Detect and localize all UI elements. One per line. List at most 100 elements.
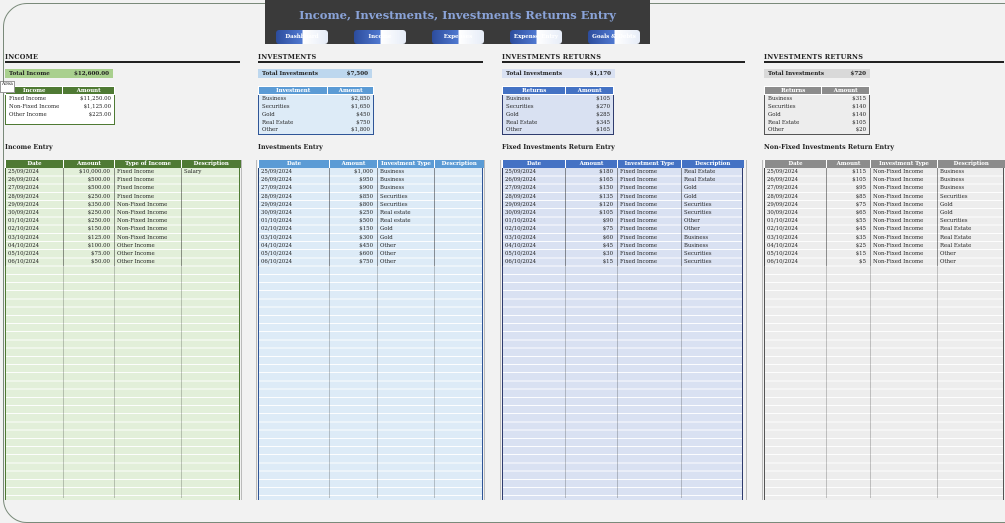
summary-label-cell[interactable]: Other [259,127,328,135]
amount-cell[interactable]: $250.00 [63,208,115,218]
amount-cell[interactable]: $115 [826,168,871,177]
date-cell[interactable]: 28/09/2024 [5,192,64,201]
nonfixed-returns-entry-header[interactable]: Amount [826,160,871,168]
type-cell[interactable]: Other Income [114,249,182,259]
date-cell[interactable]: 27/09/2024 [502,184,566,193]
type-cell[interactable]: Non-Fixed Income [870,225,938,234]
summary-amount-cell[interactable]: $105 [566,95,614,103]
description-cell[interactable]: Securities [681,200,744,209]
date-cell[interactable]: 05/10/2024 [764,249,827,259]
date-cell[interactable]: 02/10/2024 [5,225,64,234]
description-cell[interactable]: Real Estate [681,176,744,185]
summary-amount-cell[interactable]: $225.00 [63,111,115,119]
date-cell[interactable]: 05/10/2024 [5,249,64,259]
type-cell[interactable]: Fixed Income [617,208,682,218]
summary-amount-cell[interactable]: $750 [328,119,374,127]
summary-amount-cell[interactable]: $2,850 [328,95,374,103]
description-cell[interactable] [434,225,484,234]
description-cell[interactable] [434,258,484,267]
type-cell[interactable]: Non-Fixed Income [870,184,938,193]
date-cell[interactable]: 29/09/2024 [764,200,827,209]
summary-label-cell[interactable]: Other [503,127,566,135]
type-cell[interactable]: Non-Fixed Income [870,208,938,218]
type-cell[interactable]: Other Income [114,241,182,250]
type-cell[interactable]: Fixed Income [617,192,682,201]
description-cell[interactable] [181,200,241,209]
amount-cell[interactable]: $35 [826,233,871,242]
description-cell[interactable]: Other [681,217,744,226]
date-cell[interactable]: 27/09/2024 [5,184,64,193]
type-cell[interactable]: Other [377,241,435,250]
date-cell[interactable]: 01/10/2024 [258,217,330,226]
date-cell[interactable]: 30/09/2024 [502,208,566,218]
amount-cell[interactable]: $750 [329,258,378,267]
type-cell[interactable]: Fixed Income [617,225,682,234]
summary-label-cell[interactable]: Real Estate [259,119,328,127]
fixed-returns-entry-header[interactable]: Amount [565,160,618,168]
amount-cell[interactable]: $100.00 [63,241,115,250]
type-cell[interactable]: Business [377,168,435,177]
type-cell[interactable]: Fixed Income [617,241,682,250]
income-entry-header[interactable]: Amount [63,160,115,168]
description-cell[interactable]: Securities [681,208,744,218]
type-cell[interactable]: Non-Fixed Income [870,200,938,209]
description-cell[interactable]: Real Estate [937,225,1005,234]
date-cell[interactable]: 01/10/2024 [5,217,64,226]
amount-cell[interactable]: $500 [329,217,378,226]
type-cell[interactable]: Fixed Income [617,176,682,185]
summary-amount-cell[interactable]: $285 [566,111,614,119]
summary-amount-cell[interactable]: $165 [566,127,614,135]
amount-cell[interactable]: $15 [565,258,618,267]
income-entry-header[interactable]: Type of Income [114,160,182,168]
type-cell[interactable]: Non-Fixed Income [870,249,938,259]
date-cell[interactable]: 02/10/2024 [258,225,330,234]
amount-cell[interactable]: $85 [826,192,871,201]
description-cell[interactable] [181,176,241,185]
date-cell[interactable]: 01/10/2024 [764,217,827,226]
type-cell[interactable]: Other [377,258,435,267]
type-cell[interactable]: Other [377,249,435,259]
date-cell[interactable]: 04/10/2024 [764,241,827,250]
description-cell[interactable] [434,176,484,185]
amount-cell[interactable]: $65 [826,208,871,218]
income-entry-header[interactable]: Date [5,160,64,168]
description-cell[interactable] [181,208,241,218]
description-cell[interactable]: Real Estate [681,168,744,177]
amount-cell[interactable]: $90 [565,217,618,226]
type-cell[interactable]: Business [377,176,435,185]
amount-cell[interactable]: $250.00 [63,192,115,201]
date-cell[interactable]: 06/10/2024 [764,258,827,267]
summary-label-cell[interactable]: Real Estate [765,119,822,127]
amount-cell[interactable]: $150 [565,184,618,193]
summary-label-cell[interactable]: Fixed Income [6,95,63,103]
summary-label-cell[interactable]: Securities [259,103,328,111]
description-cell[interactable] [434,200,484,209]
summary-amount-cell[interactable]: $140 [822,103,870,111]
description-cell[interactable]: Business [937,176,1005,185]
amount-cell[interactable]: $950 [329,176,378,185]
amount-cell[interactable]: $150.00 [63,225,115,234]
amount-cell[interactable]: $150 [329,225,378,234]
amount-cell[interactable]: $45 [826,225,871,234]
summary-amount-cell[interactable]: $1,650 [328,103,374,111]
date-cell[interactable]: 26/09/2024 [502,176,566,185]
description-cell[interactable]: Gold [681,192,744,201]
type-cell[interactable]: Non-Fixed Income [870,217,938,226]
summary-label-cell[interactable]: Real Estate [503,119,566,127]
nav-goals-debts-button[interactable]: Goals & Debts [588,30,640,44]
summary-amount-cell[interactable]: $1,800 [328,127,374,135]
description-cell[interactable] [434,208,484,218]
type-cell[interactable]: Gold [377,233,435,242]
date-cell[interactable]: 05/10/2024 [258,249,330,259]
date-cell[interactable]: 25/09/2024 [502,168,566,177]
summary-label-cell[interactable]: Gold [503,111,566,119]
summary-label-cell[interactable]: Other [765,127,822,135]
amount-cell[interactable]: $500.00 [63,184,115,193]
summary-amount-cell[interactable]: $270 [566,103,614,111]
amount-cell[interactable]: $500.00 [63,176,115,185]
amount-cell[interactable]: $180 [565,168,618,177]
description-cell[interactable]: Other [937,258,1005,267]
summary-label-cell[interactable]: Business [503,95,566,103]
type-cell[interactable]: Non-Fixed Income [870,233,938,242]
summary-label-cell[interactable]: Non-Fixed Income [6,103,63,111]
